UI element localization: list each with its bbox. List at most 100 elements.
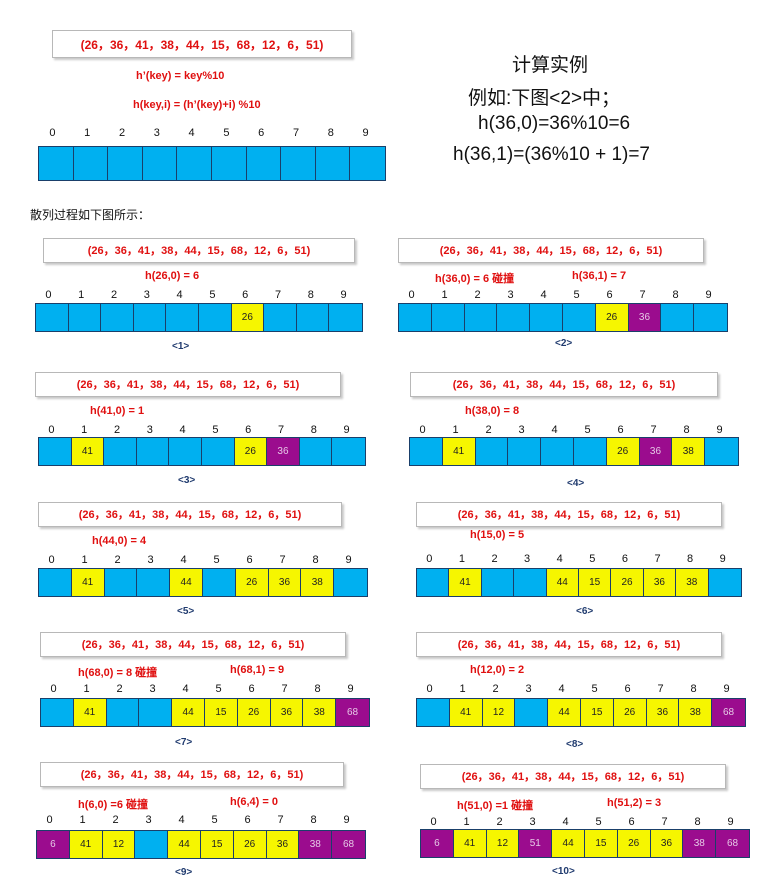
index-label: 8	[307, 289, 314, 301]
index-label: 9	[716, 424, 723, 436]
hash-slot: 15	[580, 699, 614, 726]
index-label: 4	[182, 683, 189, 695]
hash-annotation: h(68,1) = 9	[230, 664, 285, 676]
hash-slot	[332, 438, 365, 465]
index-label: 5	[212, 424, 219, 436]
index-label: 6	[628, 816, 635, 828]
keys-box: (26，36，41，38，44，15，68，12，6，51)	[416, 632, 722, 657]
index-label: 6	[621, 553, 628, 565]
hash-annotation: h(51,2) = 3	[607, 797, 662, 809]
hash-table: 41 44 15 26 36 38 68	[40, 698, 370, 727]
index-label: 7	[654, 553, 661, 565]
index-label: 0	[49, 127, 56, 139]
index-label: 6	[624, 683, 631, 695]
index-label: 3	[153, 127, 160, 139]
index-label: 9	[347, 683, 354, 695]
process-caption: 散列过程如下图所示：	[30, 208, 151, 222]
index-label: 7	[277, 424, 285, 436]
hash-slot: 44	[552, 830, 585, 857]
index-label: 3	[507, 289, 514, 301]
index-label: 5	[209, 289, 216, 301]
hash-annotation: h(36,1) = 7	[572, 270, 627, 282]
index-label: 0	[48, 554, 55, 566]
hash-slot	[108, 147, 143, 180]
index-label: 4	[188, 127, 195, 139]
hash-slot	[417, 569, 450, 596]
hash-slot: 36	[267, 438, 300, 465]
index-label: 4	[179, 424, 186, 436]
index-labels: 0 1 2 3 4 5 6 7 8 9	[38, 554, 368, 568]
index-label: 5	[584, 424, 591, 436]
hash-slot	[104, 438, 137, 465]
hash-slot: 44	[546, 569, 579, 596]
hash-slot	[296, 304, 330, 331]
hash-slot: 15	[204, 699, 238, 726]
hash-slot: 51	[519, 830, 553, 857]
hash-slot: 38	[676, 569, 709, 596]
index-label: 3	[525, 683, 532, 695]
hash-annotation: h(15,0) = 5	[470, 529, 525, 541]
hash-annotation: h(41,0) = 1	[90, 405, 145, 417]
hash-slot: 6	[421, 830, 454, 857]
index-label: 5	[223, 127, 230, 139]
index-label: 3	[518, 424, 525, 436]
example-title: 计算实例	[512, 55, 589, 76]
index-label: 0	[50, 683, 57, 695]
index-label: 3	[524, 553, 531, 565]
index-label: 7	[639, 289, 646, 301]
index-label: 6	[245, 424, 252, 436]
hash-slot	[177, 147, 212, 180]
hash-slot	[475, 438, 509, 465]
hash-slot	[329, 304, 362, 331]
hash-slot: 26	[234, 438, 268, 465]
hash-slot	[541, 438, 574, 465]
index-label: 0	[426, 553, 433, 565]
step-label: <1>	[172, 341, 190, 352]
index-labels: 0 1 2 3 4 5 6 7 8 9	[409, 424, 739, 438]
index-label: 3	[143, 289, 150, 301]
hash-slot: 36	[268, 569, 302, 596]
hash-slot	[281, 147, 316, 180]
hash-slot: 38	[299, 831, 333, 858]
hash-slot: 68	[332, 831, 365, 858]
hash-slot	[211, 147, 247, 180]
index-label: 4	[540, 289, 547, 301]
index-label: 6	[248, 683, 255, 695]
hash-slot: 36	[650, 830, 684, 857]
hash-slot: 44	[168, 831, 201, 858]
index-label: 8	[314, 683, 321, 695]
index-label: 4	[551, 424, 558, 436]
index-label: 2	[114, 554, 121, 566]
hash-slot: 41	[73, 699, 107, 726]
index-label: 3	[145, 814, 152, 826]
index-label: 1	[81, 554, 88, 566]
hash-slot	[41, 699, 74, 726]
hash-slot	[515, 699, 549, 726]
hash-slot: 36	[270, 699, 304, 726]
keys-box: (26，36，41，38，44，15，68，12，6，51)	[416, 502, 722, 527]
hash-slot	[246, 147, 282, 180]
hash-slot: 41	[449, 569, 482, 596]
keys-box: (26，36，41，38，44，15，68，12，6，51)	[52, 30, 352, 58]
index-labels: 0 1 2 3 4 5 6 7 8 9	[38, 127, 386, 141]
index-label: 9	[362, 127, 369, 139]
hash-slot	[694, 304, 727, 331]
hash-slot	[508, 438, 542, 465]
index-labels: 0 1 2 3 4 5 6 7 8 9	[36, 814, 366, 828]
index-label: 4	[178, 814, 185, 826]
hash-slot: 26	[613, 699, 647, 726]
hash-slot: 12	[482, 699, 516, 726]
hash-slot	[334, 569, 367, 596]
example-line2: 例如:下图<2>中；	[468, 88, 621, 109]
index-label: 3	[147, 554, 154, 566]
hash-table: 6 41 12 44 15 26 36 38 68	[36, 830, 366, 859]
hash-slot	[133, 304, 167, 331]
hash-slot	[137, 569, 171, 596]
index-label: 6	[617, 424, 624, 436]
index-label: 2	[118, 127, 126, 139]
index-label: 9	[343, 814, 350, 826]
hash-slot: 38	[303, 699, 337, 726]
hash-slot: 36	[266, 831, 300, 858]
index-label: 1	[458, 553, 465, 565]
hash-slot	[104, 569, 138, 596]
